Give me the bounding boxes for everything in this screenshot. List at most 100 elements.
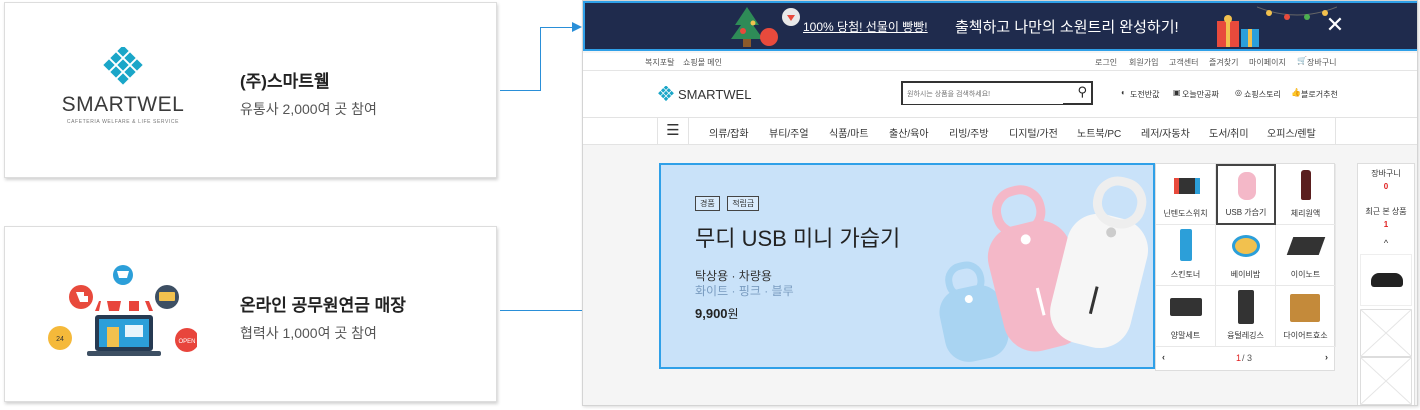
search-icon[interactable]: ⚲ bbox=[1077, 84, 1087, 100]
product-label: 이이노트 bbox=[1290, 270, 1321, 279]
nav-item-laptop[interactable]: 노트북/PC bbox=[1077, 125, 1121, 140]
topbar-link-login[interactable]: 로그인 bbox=[1095, 57, 1117, 68]
christmas-tree-icon bbox=[731, 7, 800, 47]
banner-headline: 출첵하고 나만의 소원트리 완성하기! bbox=[955, 19, 1179, 36]
sidebar-cart[interactable]: 장바구니 0 bbox=[1358, 168, 1414, 191]
game-console-icon bbox=[1174, 178, 1200, 194]
nav-item-office[interactable]: 오피스/렌탈 bbox=[1267, 125, 1316, 140]
topbar-link-favorite[interactable]: 즐겨찾기 bbox=[1209, 57, 1238, 68]
product-grid: 닌텐도스위치 USB 가습기 체리원액 스킨토너 베이비밤 이이노트 양말세트 bbox=[1155, 163, 1336, 371]
nav-item-food[interactable]: 식품/마트 bbox=[829, 125, 869, 140]
thumbs-up-icon: 👍 bbox=[1291, 88, 1301, 97]
banner-close-icon[interactable]: ✕ bbox=[1323, 13, 1347, 37]
product-tile[interactable]: 스킨토너 bbox=[1156, 225, 1216, 286]
humidifier-icon bbox=[1238, 172, 1256, 200]
promo-banner[interactable]: 100% 당첨! 선물이 빵빵! 출첵하고 나만의 소원트리 완성하기! ✕ bbox=[583, 1, 1417, 51]
socks-set-icon bbox=[1170, 298, 1202, 316]
nav-item-baby[interactable]: 출산/육아 bbox=[889, 125, 929, 140]
product-tile[interactable]: 닌텐도스위치 bbox=[1156, 164, 1216, 225]
humidifier-product-image bbox=[939, 176, 1149, 362]
header-link-story[interactable]: 쇼핑스토리 bbox=[1244, 89, 1281, 100]
product-label: 양말세트 bbox=[1170, 331, 1201, 340]
laptop-icon bbox=[1286, 237, 1326, 255]
card-subtitle: 협력사 1,000여 곳 참여 bbox=[240, 325, 377, 341]
category-nav: ☰ 의류/잡화 뷰티/주얼 식품/마트 출산/육아 리빙/주방 디지털/가전 노… bbox=[583, 117, 1417, 145]
sidebar-cart-count: 0 bbox=[1383, 182, 1389, 191]
balm-tin-icon bbox=[1232, 235, 1260, 257]
nav-item-digital[interactable]: 디지털/가전 bbox=[1009, 125, 1058, 140]
sidebar-recent[interactable]: 최근 본 상품 1 bbox=[1358, 206, 1414, 229]
sidebar-recent-count: 1 bbox=[1383, 220, 1389, 229]
free-today-icon: ▣ bbox=[1173, 88, 1181, 97]
quick-sidebar: 장바구니 0 최근 본 상품 1 ^ bbox=[1357, 163, 1415, 405]
product-label: 닌텐도스위치 bbox=[1163, 209, 1208, 218]
product-label: 체리원액 bbox=[1290, 209, 1321, 218]
header-link-blogger[interactable]: 블로거추천 bbox=[1301, 89, 1338, 100]
gift-boxes-icon bbox=[1217, 15, 1259, 47]
hero-price-unit: 원 bbox=[727, 307, 739, 321]
product-tile[interactable]: 융털레깅스 bbox=[1216, 286, 1276, 347]
enzyme-box-icon bbox=[1290, 294, 1320, 322]
nav-item-books[interactable]: 도서/취미 bbox=[1209, 125, 1249, 140]
nav-item-beauty[interactable]: 뷰티/주얼 bbox=[769, 125, 809, 140]
open-badge-text: OPEN bbox=[178, 339, 195, 345]
header-logo[interactable]: SMARTWEL bbox=[657, 85, 751, 103]
nav-item-leisure[interactable]: 레저/자동차 bbox=[1141, 125, 1190, 140]
cart-icon: 🛒 bbox=[1297, 56, 1307, 65]
hero-tags: 경품 적립금 bbox=[695, 193, 762, 211]
hero-banner[interactable]: 경품 적립금 무디 USB 미니 가습기 탁상용 · 차량용 화이트 · 핑크 … bbox=[659, 163, 1155, 369]
header-link-half-price[interactable]: 도전반값 bbox=[1130, 89, 1159, 100]
topbar-link-welfare[interactable]: 복지포탈 bbox=[645, 57, 674, 68]
product-tile[interactable]: 이이노트 bbox=[1276, 225, 1336, 286]
partner-card-smartwel: SMARTWEL CAFETERIA WELFARE & LIFE SERVIC… bbox=[4, 2, 497, 178]
grid-pager: ‹ 1 / 3 › bbox=[1156, 347, 1334, 371]
product-label: 베이비밤 bbox=[1230, 270, 1261, 279]
tag-points: 적립금 bbox=[727, 196, 760, 211]
site-header: SMARTWEL ⚲ ◐ 도전반값 ▣ 오늘만공짜 ◎ 쇼핑스토리 👍 블로거추… bbox=[583, 71, 1417, 117]
card-title: (주)스마트웰 bbox=[240, 72, 330, 91]
half-price-icon: ◐ bbox=[1121, 88, 1126, 97]
recent-product-thumb[interactable] bbox=[1360, 254, 1412, 306]
card-title: 온라인 공무원연금 매장 bbox=[240, 296, 406, 315]
search-input[interactable] bbox=[903, 85, 1063, 104]
product-label: 스킨토너 bbox=[1170, 270, 1201, 279]
shopping-mall-screenshot: 100% 당첨! 선물이 빵빵! 출첵하고 나만의 소원트리 완성하기! ✕ 복… bbox=[582, 0, 1418, 406]
topbar-link-mypage[interactable]: 마이페이지 bbox=[1249, 57, 1286, 68]
product-tile[interactable]: 베이비밤 bbox=[1216, 225, 1276, 286]
product-tile[interactable]: 양말세트 bbox=[1156, 286, 1216, 347]
nav-item-fashion[interactable]: 의류/잡화 bbox=[709, 125, 749, 140]
product-tile[interactable]: 다이어트효소 bbox=[1276, 286, 1336, 347]
online-store-illustration: 24 OPEN bbox=[47, 265, 199, 365]
toner-bottle-icon bbox=[1180, 229, 1192, 261]
pager-total: / 3 bbox=[1242, 353, 1253, 363]
empty-slot-placeholder bbox=[1360, 309, 1412, 405]
banner-promo-text: 100% 당첨! 선물이 빵빵! bbox=[803, 20, 928, 34]
product-tile[interactable]: 체리원액 bbox=[1276, 164, 1336, 225]
hero-title: 무디 USB 미니 가습기 bbox=[695, 226, 901, 251]
24h-badge-text: 24 bbox=[56, 336, 64, 343]
smartwel-logo-tagline: CAFETERIA WELFARE & LIFE SERVICE bbox=[66, 119, 180, 125]
hero-price: 9,900원 bbox=[695, 305, 739, 322]
product-label: USB 가습기 bbox=[1225, 208, 1267, 217]
topbar-link-signup[interactable]: 회원가입 bbox=[1129, 57, 1158, 68]
diamond-logo-icon bbox=[658, 86, 674, 102]
bottle-icon bbox=[1301, 170, 1311, 200]
product-label: 융털레깅스 bbox=[1227, 331, 1264, 340]
header-link-free-today[interactable]: 오늘만공짜 bbox=[1182, 89, 1219, 100]
prev-chevron-icon[interactable]: ‹ bbox=[1162, 352, 1165, 362]
topbar-link-cart[interactable]: 장바구니 bbox=[1307, 57, 1336, 68]
product-label: 다이어트효소 bbox=[1283, 331, 1328, 340]
nav-item-living[interactable]: 리빙/주방 bbox=[949, 125, 989, 140]
topbar-link-support[interactable]: 고객센터 bbox=[1169, 57, 1198, 68]
hero-line2: 화이트 · 핑크 · 블루 bbox=[695, 284, 794, 298]
menu-hamburger-icon[interactable]: ☰ bbox=[657, 118, 689, 144]
next-chevron-icon[interactable]: › bbox=[1325, 352, 1328, 362]
topbar-link-main[interactable]: 쇼핑몰 메인 bbox=[683, 57, 722, 68]
card-subtitle: 유통사 2,000여 곳 참여 bbox=[240, 101, 377, 117]
story-icon: ◎ bbox=[1235, 88, 1242, 97]
sidebar-up-chevron-icon[interactable]: ^ bbox=[1358, 238, 1414, 248]
partner-card-pension-store: 24 OPEN 온라인 공무원연금 매장 협력사 1,000여 곳 참여 bbox=[4, 226, 497, 402]
sidebar-cart-label: 장바구니 bbox=[1371, 169, 1401, 178]
utility-bar: 복지포탈 쇼핑몰 메인 로그인 회원가입 고객센터 즐겨찾기 마이페이지 🛒 장… bbox=[583, 53, 1417, 71]
product-tile[interactable]: USB 가습기 bbox=[1216, 164, 1276, 225]
